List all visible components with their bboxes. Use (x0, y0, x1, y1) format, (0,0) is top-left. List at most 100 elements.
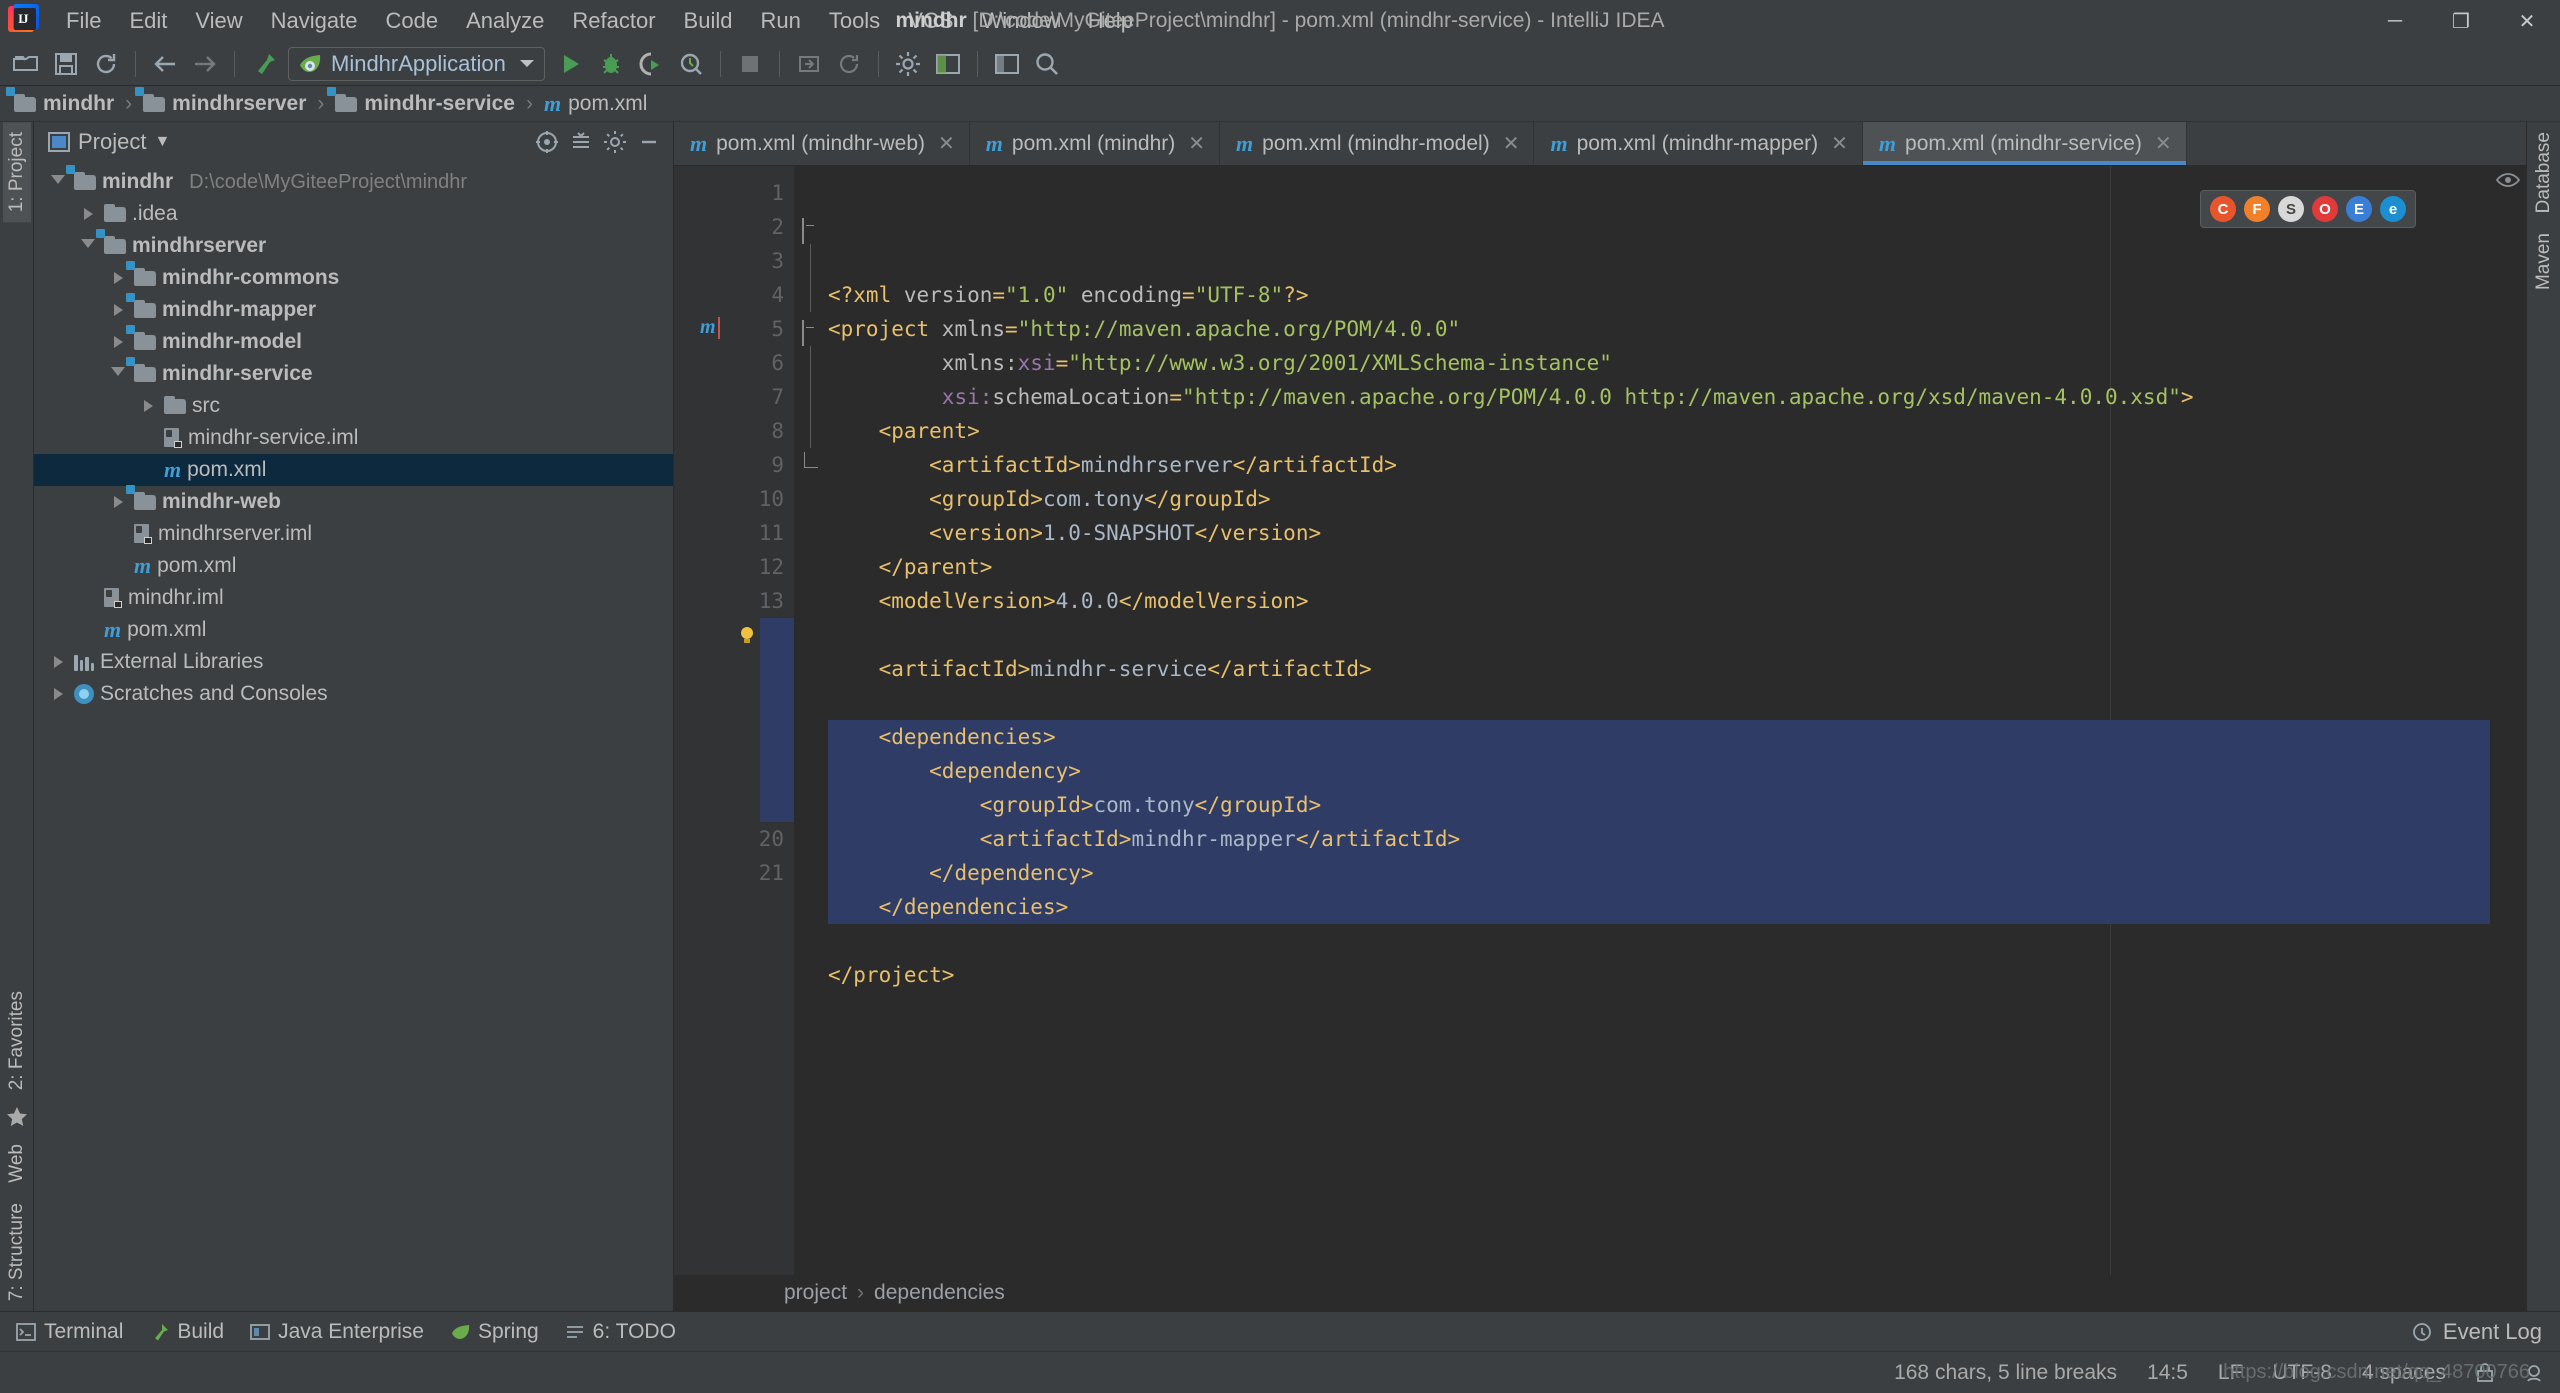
line-number[interactable]: 3 (674, 244, 794, 278)
code-line[interactable] (828, 924, 2490, 958)
line-number[interactable]: 2 (674, 210, 794, 244)
chevron-right-icon[interactable] (138, 400, 158, 412)
settings-icon[interactable] (888, 44, 928, 84)
sidebar-item-web[interactable]: Web (3, 1134, 31, 1193)
editor-tab-pom-mindhr[interactable]: m pom.xml (mindhr) ✕ (970, 122, 1220, 165)
tree-item[interactable]: mpom.xml (34, 614, 673, 646)
chevron-right-icon[interactable] (48, 656, 68, 668)
code-line[interactable]: <artifactId>mindhr-service</artifactId> (828, 652, 2490, 686)
menu-code[interactable]: Code (372, 4, 453, 38)
tree-item[interactable]: mindhrD:\code\MyGiteeProject\mindhr (34, 166, 673, 198)
project-structure-icon[interactable] (928, 44, 968, 84)
project-tree[interactable]: mindhrD:\code\MyGiteeProject\mindhr.idea… (34, 162, 673, 1311)
maximize-button[interactable]: ❐ (2428, 0, 2494, 42)
tree-item[interactable]: mindhr-model (34, 326, 673, 358)
ie-icon[interactable]: e (2380, 196, 2406, 222)
code-line[interactable]: <dependencies> (828, 720, 2490, 754)
breadcrumb-item-pom[interactable]: m pom.xml (540, 89, 651, 119)
editor-breadcrumb-project[interactable]: project (784, 1281, 847, 1305)
tool-window-spring[interactable]: Spring (450, 1320, 539, 1344)
close-icon[interactable]: ✕ (2155, 131, 2172, 156)
update-app-icon[interactable] (789, 44, 829, 84)
tree-item[interactable]: mpom.xml (34, 550, 673, 582)
debug-icon[interactable] (591, 44, 631, 84)
code-editor[interactable]: 1234m56789101112131415161718192021 <?xml… (674, 166, 2526, 1275)
close-icon[interactable]: ✕ (1503, 131, 1520, 156)
menu-file[interactable]: File (52, 4, 115, 38)
tool-window-java-enterprise[interactable]: Java Enterprise (250, 1320, 424, 1344)
chevron-right-icon[interactable] (108, 496, 128, 508)
close-button[interactable]: ✕ (2494, 0, 2560, 42)
code-line[interactable]: <dependency> (828, 754, 2490, 788)
browser-preview-popup[interactable]: C F S O E e (2200, 190, 2416, 228)
menu-tools[interactable]: Tools (815, 4, 894, 38)
code-line[interactable]: <project xmlns="http://maven.apache.org/… (828, 312, 2490, 346)
back-icon[interactable] (145, 44, 185, 84)
fold-collapse-icon[interactable] (802, 321, 818, 337)
code-line[interactable] (828, 686, 2490, 720)
editor-breadcrumb-dependencies[interactable]: dependencies (874, 1281, 1005, 1305)
hide-icon[interactable] (633, 126, 665, 158)
line-number[interactable]: 8 (674, 414, 794, 448)
sidebar-item-maven[interactable]: Maven (2530, 223, 2558, 300)
sidebar-item-structure[interactable]: 7: Structure (3, 1193, 31, 1311)
code-line[interactable]: </dependencies> (828, 890, 2490, 924)
code-line[interactable]: </parent> (828, 550, 2490, 584)
close-icon[interactable]: ✕ (938, 131, 955, 156)
collapse-all-icon[interactable] (565, 126, 597, 158)
edge-icon[interactable]: E (2346, 196, 2372, 222)
tree-item[interactable]: External Libraries (34, 646, 673, 678)
tree-item[interactable]: Scratches and Consoles (34, 678, 673, 710)
chevron-right-icon[interactable] (108, 336, 128, 348)
sync-icon[interactable] (86, 44, 126, 84)
run-configuration-selector[interactable]: MindhrApplication (288, 47, 545, 81)
menu-edit[interactable]: Edit (115, 4, 181, 38)
chevron-down-icon[interactable] (108, 367, 128, 382)
menu-build[interactable]: Build (670, 4, 747, 38)
breadcrumb-item-mindhr-service[interactable]: mindhr-service (331, 90, 519, 118)
menu-vcs[interactable]: VCS (894, 4, 967, 38)
line-number[interactable]: m5 (674, 312, 794, 346)
close-icon[interactable]: ✕ (1831, 131, 1848, 156)
menu-run[interactable]: Run (746, 4, 814, 38)
chrome-icon[interactable]: C (2210, 196, 2236, 222)
gear-icon[interactable] (599, 126, 631, 158)
tree-item[interactable]: mindhr-service.iml (34, 422, 673, 454)
menu-analyze[interactable]: Analyze (452, 4, 558, 38)
line-number[interactable]: 7 (674, 380, 794, 414)
save-all-icon[interactable] (46, 44, 86, 84)
opera-icon[interactable]: O (2312, 196, 2338, 222)
tree-item[interactable]: mindhrserver (34, 230, 673, 262)
tree-item[interactable]: mindhr-mapper (34, 294, 673, 326)
profile-icon[interactable] (671, 44, 711, 84)
tree-item[interactable]: mindhr-web (34, 486, 673, 518)
line-number[interactable]: 13 (674, 584, 794, 618)
code-line[interactable]: </project> (828, 958, 2490, 992)
code-line[interactable]: <modelVersion>4.0.0</modelVersion> (828, 584, 2490, 618)
chevron-right-icon[interactable] (108, 272, 128, 284)
eye-icon[interactable] (2496, 172, 2520, 188)
code-line[interactable] (828, 618, 2490, 652)
menu-window[interactable]: Window (967, 4, 1073, 38)
build-hammer-icon[interactable] (244, 44, 284, 84)
code-line[interactable]: xmlns:xsi="http://www.w3.org/2001/XMLSch… (828, 346, 2490, 380)
code-content[interactable]: <?xml version="1.0" encoding="UTF-8"?><p… (828, 166, 2490, 1275)
line-number[interactable]: 20 (674, 822, 794, 856)
menu-navigate[interactable]: Navigate (257, 4, 372, 38)
line-number-gutter[interactable]: 1234m56789101112131415161718192021 (674, 166, 794, 1275)
chevron-down-icon[interactable] (48, 175, 68, 190)
chevron-right-icon[interactable] (108, 304, 128, 316)
editor-tab-pom-mindhr-mapper[interactable]: m pom.xml (mindhr-mapper) ✕ (1534, 122, 1862, 165)
tree-item[interactable]: .idea (34, 198, 673, 230)
sidebar-item-project[interactable]: 1: Project (3, 122, 31, 222)
stop-icon[interactable] (730, 44, 770, 84)
tree-item[interactable]: mindhr-commons (34, 262, 673, 294)
fold-collapse-icon[interactable] (802, 219, 818, 235)
sidebar-item-database[interactable]: Database (2530, 122, 2558, 223)
tree-item[interactable]: src (34, 390, 673, 422)
menu-bar[interactable]: File Edit View Navigate Code Analyze Ref… (52, 4, 1147, 38)
code-line[interactable]: <?xml version="1.0" encoding="UTF-8"?> (828, 278, 2490, 312)
code-line[interactable]: xsi:schemaLocation="http://maven.apache.… (828, 380, 2490, 414)
tool-window-terminal[interactable]: Terminal (16, 1320, 123, 1344)
status-caret-position[interactable]: 14:5 (2147, 1361, 2188, 1385)
